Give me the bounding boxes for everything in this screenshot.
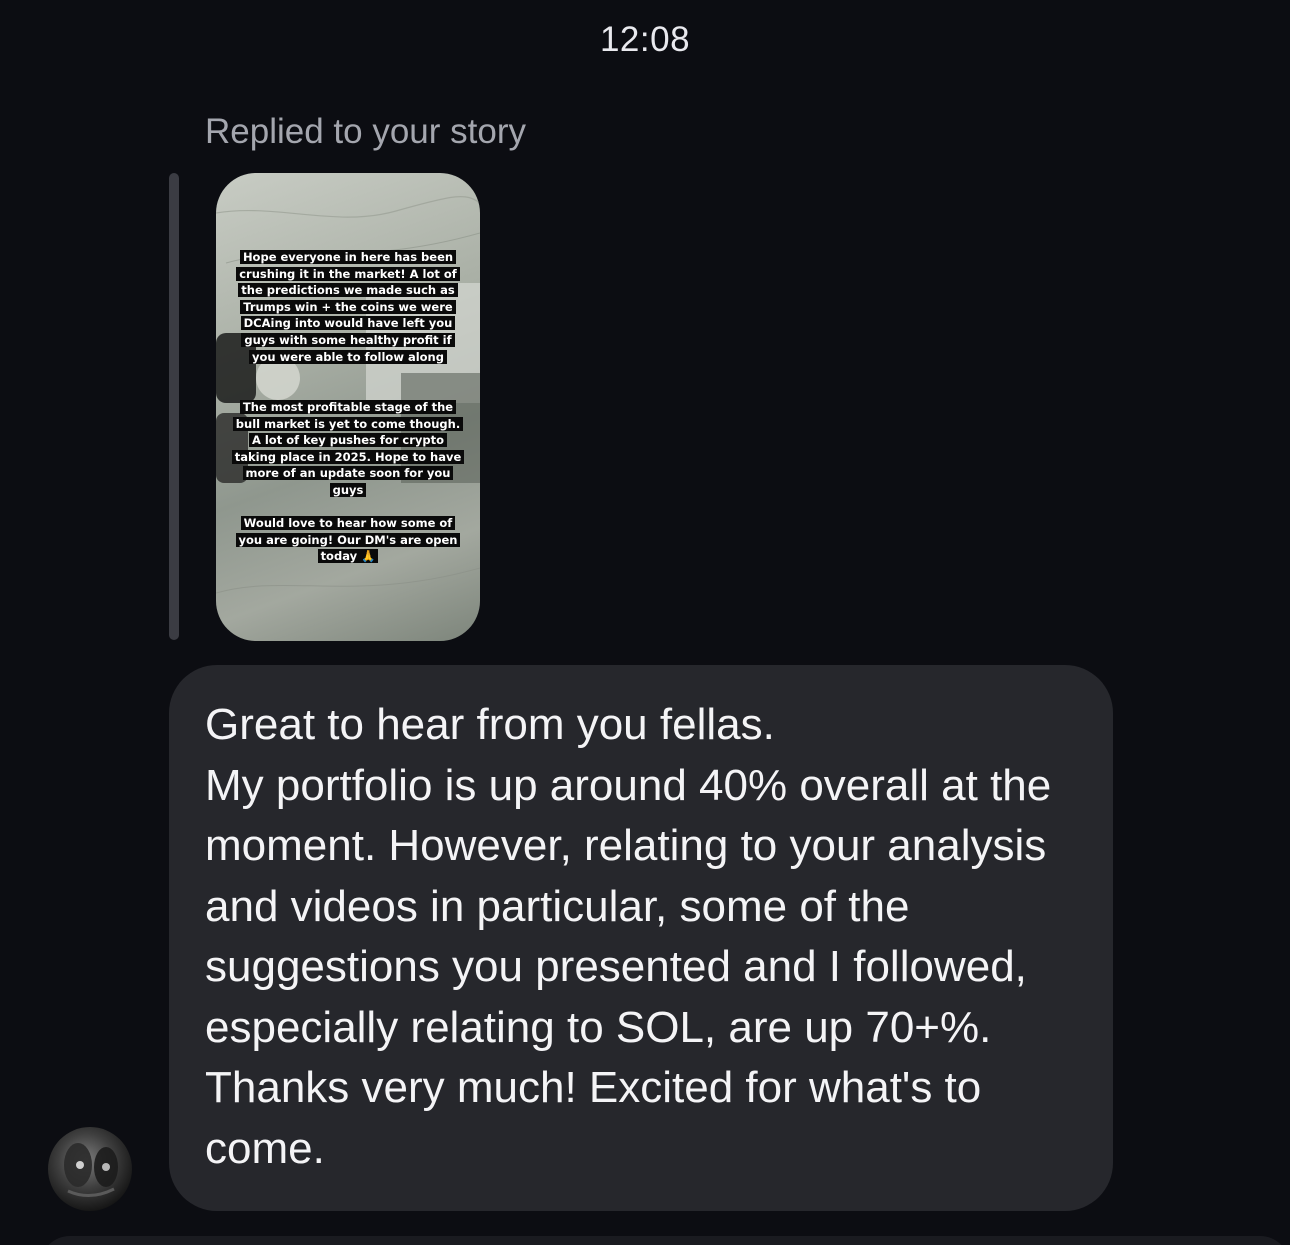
next-message-edge bbox=[40, 1236, 1290, 1245]
message-bubble[interactable]: Great to hear from you fellas. My portfo… bbox=[169, 665, 1113, 1211]
story-text-3: Would love to hear how some of you are g… bbox=[235, 516, 461, 564]
message-text: Great to hear from you fellas. My portfo… bbox=[205, 700, 1052, 1173]
story-reply-label: Replied to your story bbox=[205, 112, 526, 151]
sender-avatar[interactable] bbox=[48, 1127, 132, 1211]
story-text-1: Hope everyone in here has been crushing … bbox=[236, 250, 460, 364]
story-text-paragraph-1: Hope everyone in here has been crushing … bbox=[230, 249, 466, 365]
story-text-paragraph-2: The most profitable stage of the bull ma… bbox=[230, 399, 466, 499]
message-timestamp: 12:08 bbox=[599, 20, 691, 59]
avatar-icon bbox=[64, 1143, 118, 1197]
story-text-paragraph-3: Would love to hear how some of you are g… bbox=[230, 515, 466, 565]
story-thumbnail[interactable]: Hope everyone in here has been crushing … bbox=[216, 173, 480, 641]
story-text-2: The most profitable stage of the bull ma… bbox=[231, 400, 465, 497]
reply-indicator-bar bbox=[169, 173, 179, 640]
